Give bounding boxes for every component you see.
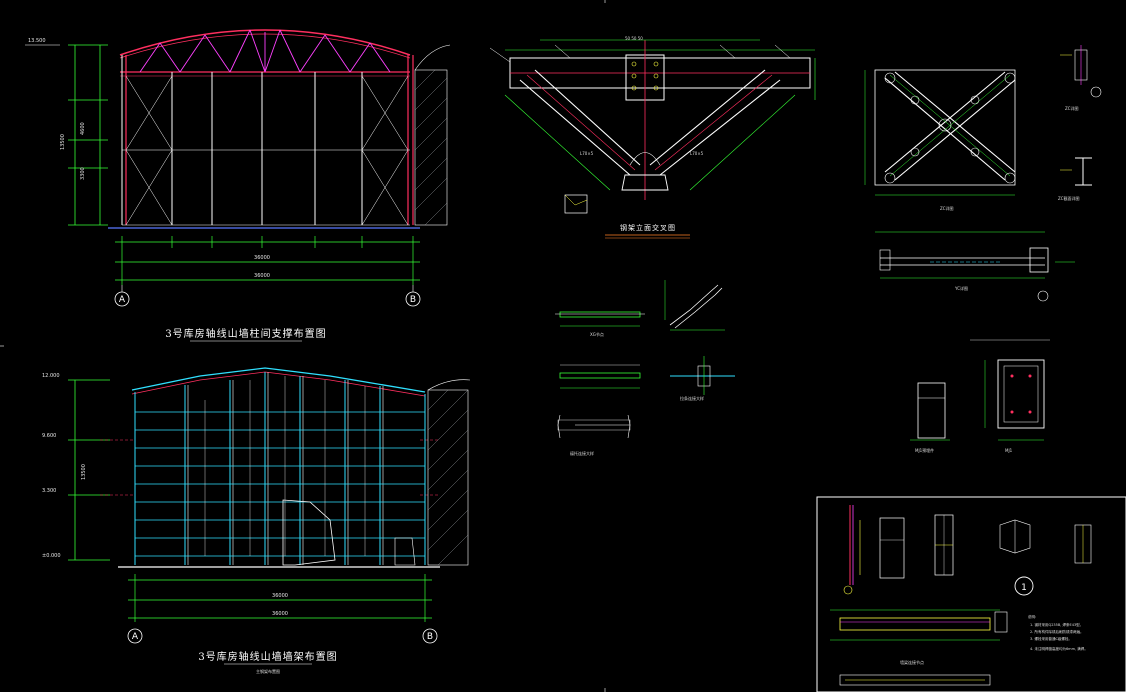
title-center-detail: 钢架立面交叉图 <box>620 223 676 232</box>
svg-text:墙梁连接节点: 墙梁连接节点 <box>900 659 924 665</box>
svg-text:A: A <box>132 632 139 642</box>
total-dim: 36000 <box>254 273 270 279</box>
svg-text:说明:: 说明: <box>1028 614 1036 619</box>
svg-text:36000: 36000 <box>254 255 270 261</box>
svg-text:ZC详图: ZC详图 <box>940 205 954 211</box>
svg-text:MJ1: MJ1 <box>1005 448 1013 453</box>
svg-text:YC详图: YC详图 <box>954 285 968 291</box>
svg-text:A: A <box>119 295 126 305</box>
svg-text:50 50 50: 50 50 50 <box>625 36 643 41</box>
svg-text:ZC截面详图: ZC截面详图 <box>1058 195 1080 201</box>
svg-text:3300: 3300 <box>80 167 86 180</box>
svg-text:ZC详图: ZC详图 <box>1065 105 1079 111</box>
title-top-left: 3号库房轴线山墙柱间支撑布置图 <box>165 327 326 340</box>
cad-drawing-canvas: 13.500 4600 3300 13500 36000 36000 A B 3… <box>0 0 1126 692</box>
elev-label-2: 12.000 <box>42 373 60 379</box>
svg-text:4. 未注明焊缝高度均为6mm, 满焊。: 4. 未注明焊缝高度均为6mm, 满焊。 <box>1030 646 1088 651</box>
top-left-elevation: 13.500 4600 3300 13500 36000 36000 A B 3… <box>25 29 451 342</box>
bottom-left-elevation: 12.000 9.600 3.300 ±0.000 13500 36000 36… <box>42 367 471 674</box>
svg-text:36000: 36000 <box>272 611 288 617</box>
svg-text:2. 所有构件除锈后刷防锈漆两遍。: 2. 所有构件除锈后刷防锈漆两遍。 <box>1030 629 1083 634</box>
yc-detail: YC详图 <box>875 231 1075 302</box>
elev-label-top: 13.500 <box>28 38 46 44</box>
svg-text:MJ1预埋件: MJ1预埋件 <box>915 447 934 453</box>
mj-embed-detail: MJ1预埋件 MJ1 <box>910 339 1050 453</box>
svg-text:1: 1 <box>1021 583 1027 593</box>
svg-text:拉条连接大样: 拉条连接大样 <box>680 395 704 401</box>
zc-brace-detail: ZC详图 ZC详图 ZC截面详图 <box>864 45 1102 211</box>
svg-text:9.600: 9.600 <box>42 433 56 439</box>
svg-text:L70×5: L70×5 <box>580 151 594 156</box>
svg-text:13500: 13500 <box>60 134 66 150</box>
svg-text:3. 螺栓采用普通C级螺栓。: 3. 螺栓采用普通C级螺栓。 <box>1030 636 1072 641</box>
svg-text:XG节点: XG节点 <box>590 331 604 337</box>
svg-text:36000: 36000 <box>272 593 288 599</box>
svg-text:13500: 13500 <box>81 464 87 480</box>
svg-text:B: B <box>427 632 433 642</box>
svg-text:主钢架布置图: 主钢架布置图 <box>256 668 280 674</box>
title-bottom-left: 3号库房轴线山墙墙架布置图 <box>198 650 337 663</box>
bottom-right-panel: 1 墙梁连接节点 说明: 1. 钢材采用Q235B, 焊条E43型。 2. 所有… <box>816 496 1126 692</box>
small-details-center: XG节点 檩托连接大样 拉条连接大样 <box>555 280 735 456</box>
svg-text:L70×5: L70×5 <box>690 151 704 156</box>
center-joint-detail: 50 50 50 L70×5 L70×5 钢架立面交叉图 <box>489 36 816 239</box>
svg-text:±0.000: ±0.000 <box>42 553 61 559</box>
svg-text:4600: 4600 <box>80 122 86 135</box>
svg-text:1. 钢材采用Q235B, 焊条E43型。: 1. 钢材采用Q235B, 焊条E43型。 <box>1030 622 1083 627</box>
svg-text:檩托连接大样: 檩托连接大样 <box>570 450 594 456</box>
svg-text:3.300: 3.300 <box>42 488 56 494</box>
svg-text:B: B <box>410 295 416 305</box>
